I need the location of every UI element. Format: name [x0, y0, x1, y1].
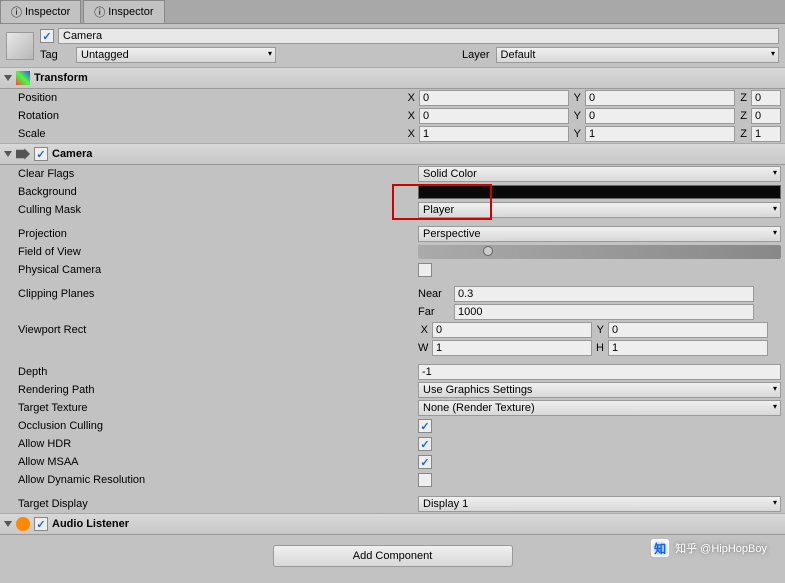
layer-dropdown[interactable]: Default [496, 47, 779, 63]
allow-hdr-checkbox[interactable] [418, 437, 432, 451]
camera-icon [16, 147, 30, 161]
rendering-path-dropdown[interactable]: Use Graphics Settings [418, 382, 781, 398]
audio-listener-header[interactable]: Audio Listener [0, 513, 785, 535]
foldout-icon [4, 151, 12, 157]
fov-label: Field of View [18, 246, 198, 258]
inspector-tab[interactable]: ⓘInspector [0, 0, 81, 23]
target-display-dropdown[interactable]: Display 1 [418, 496, 781, 512]
projection-label: Projection [18, 228, 198, 240]
far-input[interactable] [454, 304, 754, 320]
target-texture-label: Target Texture [18, 402, 198, 414]
clipping-planes-label: Clipping Planes [18, 288, 198, 300]
position-y[interactable] [585, 90, 735, 106]
info-icon: ⓘ [94, 4, 105, 20]
camera-enabled-checkbox[interactable] [34, 147, 48, 161]
camera-header[interactable]: Camera [0, 143, 785, 165]
rotation-z[interactable] [751, 108, 781, 124]
rotation-label: Rotation [18, 110, 185, 122]
tag-dropdown[interactable]: Untagged [76, 47, 276, 63]
enabled-checkbox[interactable] [40, 29, 54, 43]
viewport-w[interactable] [432, 340, 592, 356]
viewport-y[interactable] [608, 322, 768, 338]
allow-msaa-checkbox[interactable] [418, 455, 432, 469]
watermark: 知知乎 @HipHopBoy [651, 539, 767, 557]
tag-label: Tag [40, 49, 70, 61]
scale-label: Scale [18, 128, 185, 140]
add-component-button[interactable]: Add Component [273, 545, 513, 567]
clear-flags-dropdown[interactable]: Solid Color [418, 166, 781, 182]
rotation-x[interactable] [419, 108, 569, 124]
viewport-rect-label: Viewport Rect [18, 324, 198, 336]
scale-x[interactable] [419, 126, 569, 142]
near-input[interactable] [454, 286, 754, 302]
physical-camera-checkbox[interactable] [418, 263, 432, 277]
clear-flags-label: Clear Flags [18, 168, 198, 180]
position-z[interactable] [751, 90, 781, 106]
background-label: Background [18, 186, 198, 198]
projection-dropdown[interactable]: Perspective [418, 226, 781, 242]
transform-icon [16, 71, 30, 85]
culling-mask-label: Culling Mask [18, 204, 198, 216]
occlusion-culling-checkbox[interactable] [418, 419, 432, 433]
viewport-h[interactable] [608, 340, 768, 356]
name-input[interactable] [58, 28, 779, 44]
audio-enabled-checkbox[interactable] [34, 517, 48, 531]
depth-input[interactable] [418, 364, 781, 380]
allow-msaa-label: Allow MSAA [18, 456, 198, 468]
foldout-icon [4, 75, 12, 81]
viewport-x[interactable] [432, 322, 592, 338]
allow-dynres-checkbox[interactable] [418, 473, 432, 487]
transform-header[interactable]: Transform [0, 67, 785, 89]
physical-camera-label: Physical Camera [18, 264, 198, 276]
position-label: Position [18, 92, 185, 104]
audio-icon [16, 517, 30, 531]
fov-slider[interactable] [418, 245, 781, 259]
occlusion-culling-label: Occlusion Culling [18, 420, 198, 432]
background-color[interactable] [418, 185, 781, 199]
gameobject-icon[interactable] [6, 32, 34, 60]
depth-label: Depth [18, 366, 198, 378]
allow-hdr-label: Allow HDR [18, 438, 198, 450]
scale-z[interactable] [751, 126, 781, 142]
allow-dynres-label: Allow Dynamic Resolution [18, 474, 198, 486]
position-x[interactable] [419, 90, 569, 106]
zhihu-icon: 知 [651, 539, 669, 557]
target-display-label: Target Display [18, 498, 198, 510]
culling-mask-dropdown[interactable]: Player [418, 202, 781, 218]
scale-y[interactable] [585, 126, 735, 142]
inspector-tab-active[interactable]: ⓘInspector [83, 0, 164, 23]
foldout-icon [4, 521, 12, 527]
rendering-path-label: Rendering Path [18, 384, 198, 396]
rotation-y[interactable] [585, 108, 735, 124]
layer-label: Layer [462, 49, 490, 61]
info-icon: ⓘ [11, 4, 22, 20]
target-texture-field[interactable]: None (Render Texture) [418, 400, 781, 416]
